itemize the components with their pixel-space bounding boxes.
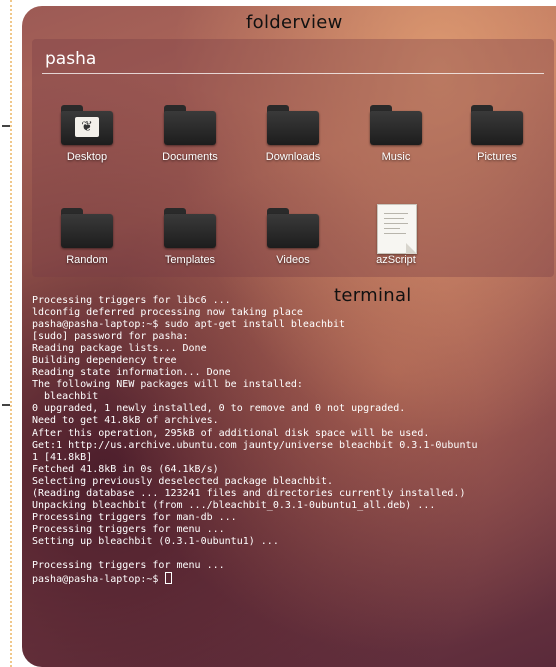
terminal-line: Setting up bleachbit (0.3.1-0ubuntu1) ..… [32, 535, 279, 547]
terminal-line: pasha@pasha-laptop:~$ [32, 572, 552, 585]
folder-icon [265, 101, 321, 147]
text-document-icon [368, 204, 424, 254]
terminal-line: Building dependency tree [32, 355, 177, 367]
desktop-item-label: Desktop [66, 151, 108, 163]
desktop-item-label: Music [381, 151, 411, 163]
folder-icon [162, 204, 218, 250]
desktop-item-templates[interactable]: Templates [145, 204, 235, 266]
terminal-line: bleachbit [32, 391, 99, 403]
desktop-item-label: Pictures [477, 151, 517, 163]
terminal-line: ldconfig deferred processing now taking … [32, 307, 303, 319]
desktop-item-label: Templates [164, 254, 216, 266]
annotation-folderview: folderview [246, 12, 343, 33]
desktop-item-random[interactable]: Random [42, 204, 132, 266]
terminal-line: Reading state information... Done [32, 367, 231, 379]
folder-emblem: ❦ [75, 117, 99, 137]
desktop-item-videos[interactable]: Videos [248, 204, 338, 266]
terminal-line: 0 upgraded, 1 newly installed, 0 to remo… [32, 403, 406, 415]
folderview-title: pasha [45, 49, 97, 69]
desktop-item-label: Videos [276, 254, 310, 266]
folder-icon [368, 101, 424, 147]
terminal-line: Reading package lists... Done [32, 343, 207, 355]
desktop-item-azscript[interactable]: azScript [351, 204, 441, 266]
terminal-line: (Reading database ... 123241 files and d… [32, 487, 466, 499]
desktop-item-downloads[interactable]: Downloads [248, 101, 338, 163]
terminal-line: The following NEW packages will be insta… [32, 379, 303, 391]
desktop-item-label: azScript [376, 254, 416, 266]
terminal-line: [sudo] password for pasha: [32, 331, 189, 343]
folder-icon [59, 204, 115, 250]
terminal-line: After this operation, 295kB of additiona… [32, 427, 430, 439]
terminal-line: Selecting previously deselected package … [32, 475, 334, 487]
terminal-output: Processing triggers for libc6 ... ldconfi… [32, 295, 552, 585]
folderview-title-divider [42, 73, 544, 74]
desktop-item-documents[interactable]: Documents [145, 101, 235, 163]
terminal-cursor [165, 572, 173, 585]
terminal-line: Unpacking bleachbit (from .../bleachbit_… [32, 499, 436, 511]
terminal-line: Need to get 41.8kB of archives. [32, 415, 219, 427]
terminal-line: 1 [41.8kB] [32, 451, 93, 463]
desktop-item-music[interactable]: Music [351, 101, 441, 163]
desktop-background: pasha ❦ Desktop Documents Downloads Musi… [22, 6, 556, 667]
terminal-line: Processing triggers for menu ... [32, 560, 225, 572]
desktop-item-label: Documents [162, 151, 218, 163]
folder-icon [469, 101, 525, 147]
terminal-line: Processing triggers for menu ... [32, 523, 225, 535]
desktop-item-label: Downloads [265, 151, 321, 163]
terminal-line: Processing triggers for libc6 ... [32, 295, 231, 306]
terminal-line: Processing triggers for man-db ... [32, 511, 237, 523]
desktop-item-desktop[interactable]: ❦ Desktop [42, 101, 132, 163]
callout-tick-folderview [2, 125, 10, 127]
folder-icon [265, 204, 321, 250]
terminal-line: Get:1 http://us.archive.ubuntu.com jaunt… [32, 439, 478, 451]
desktop-item-label: Random [66, 254, 108, 266]
callout-tick-terminal [2, 404, 10, 406]
folder-icon [162, 101, 218, 147]
annotation-terminal: terminal [334, 285, 412, 306]
folderview-header: pasha [32, 39, 554, 74]
desktop-item-pictures[interactable]: Pictures [452, 101, 542, 163]
desktop-folder-icon: ❦ [59, 101, 115, 147]
dotted-guide-vertical [10, 0, 12, 667]
terminal-line: pasha@pasha-laptop:~$ sudo apt-get insta… [32, 319, 346, 331]
terminal-widget[interactable]: Processing triggers for libc6 ... ldconfi… [32, 295, 552, 665]
terminal-line: Fetched 41.8kB in 0s (64.1kB/s) [32, 463, 219, 475]
folderview-widget: pasha ❦ Desktop Documents Downloads Musi… [32, 39, 554, 277]
